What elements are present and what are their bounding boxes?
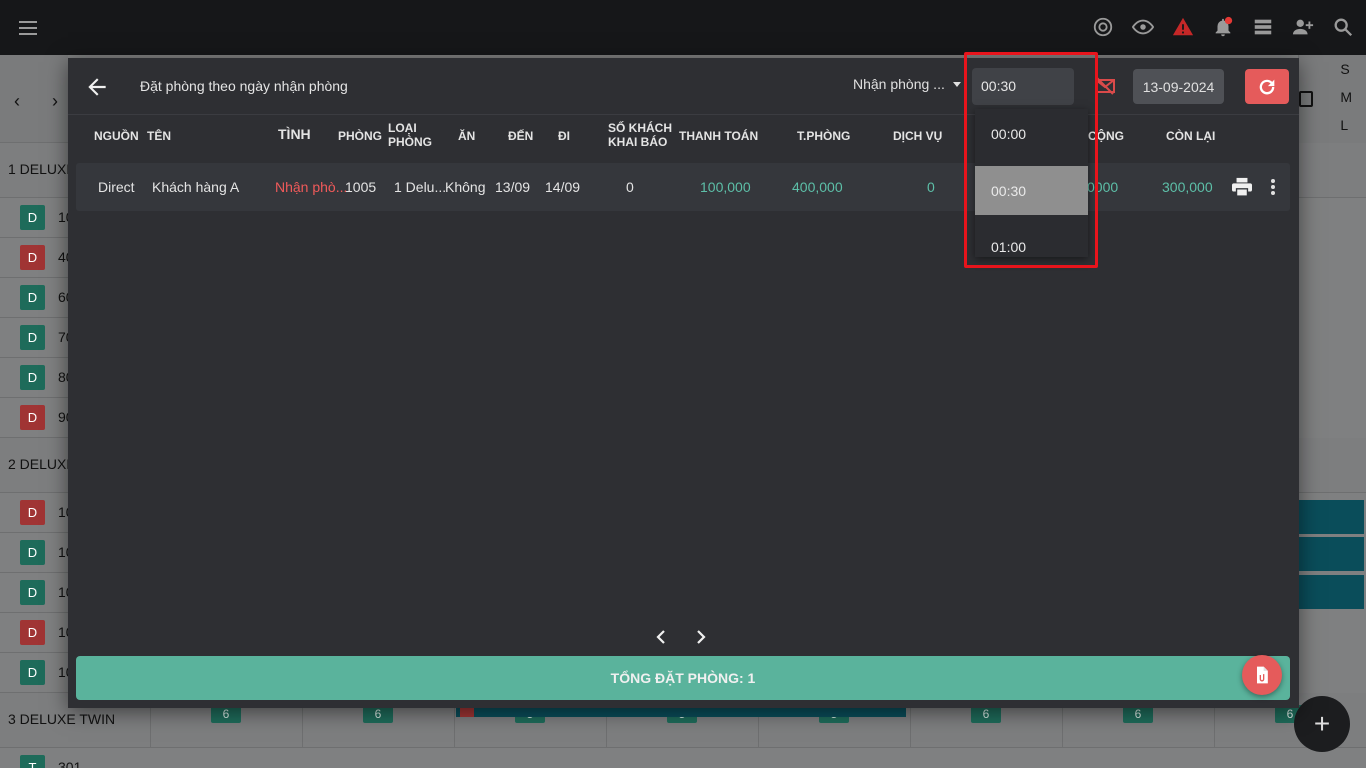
checkin-filter-label: Nhận phòng ...: [853, 76, 945, 92]
room-row[interactable]: D 40: [0, 238, 74, 278]
time-option[interactable]: 00:00: [975, 109, 1088, 158]
time-dropdown: 00:00 00:30 01:00: [975, 109, 1088, 257]
col-name: TÊN: [147, 129, 171, 143]
chevron-down-icon: [952, 81, 961, 87]
export-button[interactable]: [1242, 655, 1282, 695]
time-select[interactable]: 00:30: [972, 68, 1074, 105]
table-header: NGUỒN TÊN TÌNH PHÒNG LOẠI PHÒNG ĂN ĐẾN ĐI…: [68, 115, 1299, 163]
cell-meal: Không: [445, 179, 486, 195]
room-group-name: 2 DELUXE: [8, 456, 76, 472]
add-fab[interactable]: +: [1294, 696, 1350, 752]
booking-bar[interactable]: [1298, 537, 1364, 571]
col-source: NGUỒN: [94, 129, 139, 143]
cell-depart: 14/09: [545, 179, 581, 195]
prev-icon[interactable]: ‹: [14, 91, 20, 112]
room-row[interactable]: D 90: [0, 398, 74, 438]
booking-bar[interactable]: [1298, 575, 1364, 609]
cell-room-type: 1 Delu...: [394, 179, 447, 195]
cell-room: 1005: [345, 179, 377, 195]
app-bar: [0, 0, 1366, 55]
room-row[interactable]: D 80: [0, 358, 74, 398]
cell-arrive: 13/09: [495, 179, 531, 195]
time-option[interactable]: 01:00: [975, 222, 1088, 257]
pagination: [654, 628, 708, 646]
col-status: TÌNH: [278, 126, 311, 142]
file-export-icon: [1257, 666, 1268, 684]
warning-icon[interactable]: [1170, 14, 1196, 40]
cell-status: Nhận phò...: [275, 179, 348, 195]
room-row[interactable]: D 10: [0, 613, 74, 653]
table-row[interactable]: Direct Khách hàng A Nhận phò... 1005 1 D…: [76, 163, 1290, 211]
back-arrow-icon[interactable]: [84, 74, 110, 100]
more-vert-icon[interactable]: [1269, 177, 1277, 197]
add-user-icon[interactable]: [1290, 14, 1316, 40]
cell-total: 0000: [1087, 179, 1119, 195]
room-row[interactable]: D 60: [0, 278, 74, 318]
room-row[interactable]: T 301: [0, 748, 81, 768]
room-group-name: 1 DELUXE: [8, 161, 76, 177]
refresh-button[interactable]: [1245, 69, 1289, 104]
size-m[interactable]: M: [1340, 89, 1352, 105]
refresh-icon: [1259, 79, 1275, 94]
booking-bar[interactable]: [1298, 500, 1364, 534]
calendar-icon[interactable]: [1299, 91, 1313, 107]
cell-remaining: 300,000: [1162, 179, 1213, 195]
date-picker[interactable]: 13-09-2024: [1133, 69, 1224, 104]
size-s[interactable]: S: [1340, 61, 1352, 77]
room-row[interactable]: D 10: [0, 533, 74, 573]
col-room: PHÒNG: [338, 129, 383, 143]
eye-icon[interactable]: [1130, 14, 1156, 40]
cell-guests: 0: [626, 179, 634, 195]
col-room-type: LOẠI PHÒNG: [388, 121, 433, 149]
col-remaining: CÒN LẠI: [1166, 129, 1216, 143]
checkin-filter-select[interactable]: Nhận phòng ...: [853, 76, 961, 92]
list-icon[interactable]: [1250, 14, 1276, 40]
next-icon[interactable]: ›: [52, 91, 58, 112]
print-icon[interactable]: [1231, 177, 1253, 197]
col-payment: THANH TOÁN: [679, 129, 759, 143]
size-selector: S M L: [1298, 55, 1366, 143]
prev-page-icon[interactable]: [654, 628, 668, 646]
next-page-icon[interactable]: [694, 628, 708, 646]
dialog-header: Đặt phòng theo ngày nhận phòng Nhận phòn…: [68, 58, 1299, 115]
cell-source: Direct: [98, 179, 135, 195]
search-icon[interactable]: [1330, 14, 1356, 40]
room-row[interactable]: D 10: [0, 653, 74, 693]
calendar-nav: ‹ ›: [0, 55, 68, 143]
cell-name: Khách hàng A: [152, 179, 240, 195]
bookings-dialog: Đặt phòng theo ngày nhận phòng Nhận phòn…: [68, 58, 1299, 708]
dialog-title: Đặt phòng theo ngày nhận phòng: [140, 78, 348, 94]
col-service: DỊCH VỤ: [893, 129, 943, 143]
menu-icon[interactable]: [16, 16, 40, 40]
col-arrive: ĐẾN: [508, 129, 534, 143]
room-row[interactable]: D 10: [0, 493, 74, 533]
cell-room-fee: 400,000: [792, 179, 843, 195]
cell-payment: 100,000: [700, 179, 751, 195]
col-depart: ĐI: [558, 129, 570, 143]
bell-icon[interactable]: [1210, 14, 1236, 40]
col-guests: SỐ KHÁCH KHAI BÁO: [608, 121, 673, 149]
col-room-fee: T.PHÒNG: [797, 129, 851, 143]
mail-off-icon[interactable]: [1095, 77, 1115, 95]
size-l[interactable]: L: [1340, 117, 1352, 133]
time-option-selected[interactable]: 00:30: [975, 166, 1088, 215]
total-bookings-bar[interactable]: TỔNG ĐẶT PHÒNG: 1: [76, 656, 1290, 700]
tracking-icon[interactable]: [1090, 14, 1116, 40]
room-group-name: 3 DELUXE TWIN: [8, 711, 116, 727]
cell-service: 0: [927, 179, 935, 195]
col-total: CỘNG: [1088, 129, 1124, 143]
col-meal: ĂN: [458, 129, 476, 143]
room-row[interactable]: D 10: [0, 573, 74, 613]
room-row[interactable]: D 70: [0, 318, 74, 358]
room-row[interactable]: D 10: [0, 198, 74, 238]
